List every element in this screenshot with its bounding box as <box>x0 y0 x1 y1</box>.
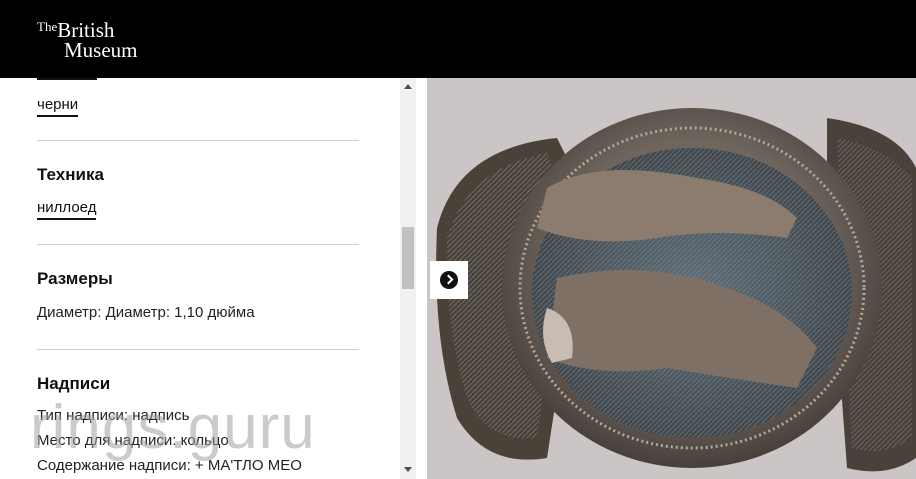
scroll-down-arrow-icon[interactable] <box>404 467 412 472</box>
material-link[interactable]: черни <box>37 96 79 117</box>
ring-image <box>427 78 916 479</box>
technique-link[interactable]: ниллоед <box>37 199 97 220</box>
dimensions-value: Диаметр: Диаметр: 1,10 дюйма <box>37 304 255 321</box>
inscription-position: Место для надписи: кольцо <box>37 432 229 449</box>
technique-heading: Техника <box>37 165 104 184</box>
scrollbar-thumb[interactable] <box>402 227 414 289</box>
inscription-type: Тип надписи: надпись <box>37 407 190 424</box>
site-header: TheBritish Museum <box>0 0 916 78</box>
inscription-content: Содержание надписи: + МА'ТЛО МЕО <box>37 457 302 474</box>
chevron-right-icon <box>440 271 458 289</box>
inscriptions-heading: Надписи <box>37 374 111 393</box>
scroll-up-arrow-icon[interactable] <box>404 84 412 89</box>
dimensions-heading: Размеры <box>37 269 113 288</box>
divider <box>37 349 359 350</box>
divider <box>37 244 359 245</box>
ring-photo <box>427 78 916 479</box>
object-details-panel: черни Техника ниллоед Размеры Диаметр: Д… <box>0 78 400 479</box>
divider <box>37 140 359 141</box>
details-scrollbar[interactable] <box>400 78 416 479</box>
next-image-button[interactable] <box>430 261 468 299</box>
british-museum-logo[interactable]: TheBritish Museum <box>37 20 138 61</box>
material-link-partial[interactable] <box>37 78 97 80</box>
